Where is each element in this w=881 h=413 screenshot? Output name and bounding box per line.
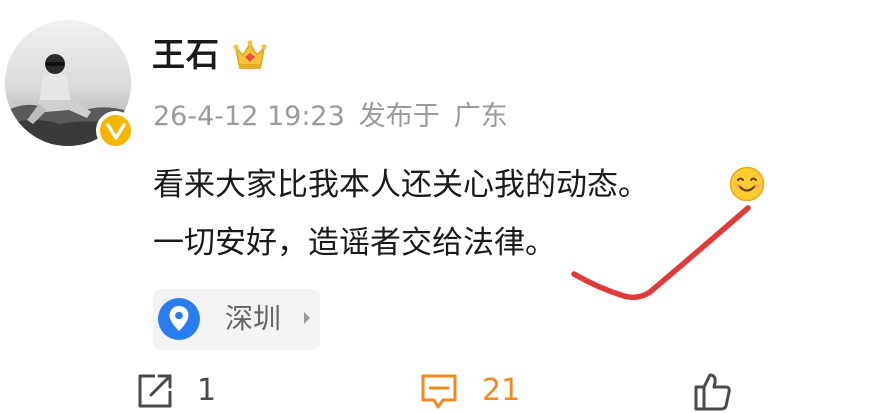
comment-button[interactable]: 21 [418,366,520,413]
post-meta: 26-4-12 19:23 发布于 广东 [153,97,508,137]
chevron-right-icon [304,312,310,324]
post-source-prefix: 发布于 [358,101,440,132]
weibo-post: 王石 26-4-12 19:23 发布于 广东 看来大家比我本人还关心我的动态。 一… [0,0,881,413]
like-icon [694,373,731,411]
repost-icon [138,374,172,408]
repost-button[interactable]: 1 [135,366,216,413]
repost-count: 1 [197,373,217,408]
location-label: 深圳 [225,302,282,335]
post-province: 广东 [453,101,508,132]
comment-icon [421,374,457,409]
verified-badge [96,111,135,150]
post-text-line-2: 一切安好，造谣者交给法律。 [153,225,556,261]
comment-count: 21 [482,373,521,408]
red-checkmark-annotation [571,205,751,301]
author-name[interactable]: 王石 [152,33,220,77]
crown-icon [233,40,267,69]
like-button[interactable] [692,366,732,413]
post-timestamp: 26-4-12 19:23 [153,101,345,132]
location-chip[interactable]: 深圳 [153,289,320,350]
verified-v-icon [105,122,126,140]
location-pin-icon [158,298,200,340]
